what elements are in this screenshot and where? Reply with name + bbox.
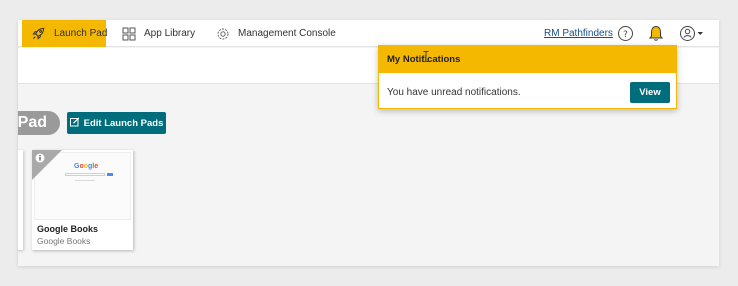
- app-window: Launch Pad App Library Management Consol…: [18, 20, 719, 266]
- user-account-link[interactable]: RM Pathfinders: [544, 28, 613, 39]
- nav-app-library[interactable]: App Library: [122, 20, 195, 47]
- edit-launch-pads-label: Edit Launch Pads: [83, 117, 164, 129]
- launch-pad-label: Pad: [18, 114, 47, 131]
- grid-icon: [122, 27, 136, 41]
- info-icon[interactable]: [32, 150, 62, 185]
- nav-management-console[interactable]: Management Console: [216, 20, 336, 47]
- thumbnail-search-box: [65, 173, 105, 176]
- edit-launch-pads-button[interactable]: Edit Launch Pads: [67, 112, 166, 134]
- view-button-label: View: [639, 87, 661, 98]
- text-cursor-icon: [423, 49, 429, 67]
- bell-icon[interactable]: [648, 25, 664, 47]
- thumbnail-text-line: [75, 180, 95, 181]
- rocket-icon: [31, 26, 46, 41]
- app-tile-google-books[interactable]: Google Google Books Google Books: [32, 150, 133, 250]
- nav-management-console-label: Management Console: [238, 28, 336, 39]
- notifications-message: You have unread notifications.: [387, 87, 521, 98]
- launch-pad-selector[interactable]: Pad: [18, 111, 60, 135]
- account-icon[interactable]: [679, 25, 705, 47]
- app-tile-title: Google Books: [37, 224, 99, 234]
- help-icon[interactable]: ?: [617, 25, 634, 47]
- nav-app-library-label: App Library: [144, 28, 196, 39]
- nav-launch-pad-label: Launch Pad: [54, 28, 108, 39]
- svg-text:?: ?: [623, 30, 628, 40]
- edit-icon: [69, 116, 84, 130]
- google-logo: Google: [74, 163, 99, 170]
- nav-launch-pad[interactable]: Launch Pad: [22, 20, 108, 47]
- view-notifications-button[interactable]: View: [630, 82, 670, 103]
- top-navigation-bar: Launch Pad App Library Management Consol…: [18, 20, 719, 47]
- gear-icon: [216, 27, 230, 41]
- app-tile-subtitle: Google Books: [37, 236, 91, 246]
- thumbnail-search-button: [107, 173, 113, 176]
- previous-app-tile[interactable]: [18, 150, 23, 250]
